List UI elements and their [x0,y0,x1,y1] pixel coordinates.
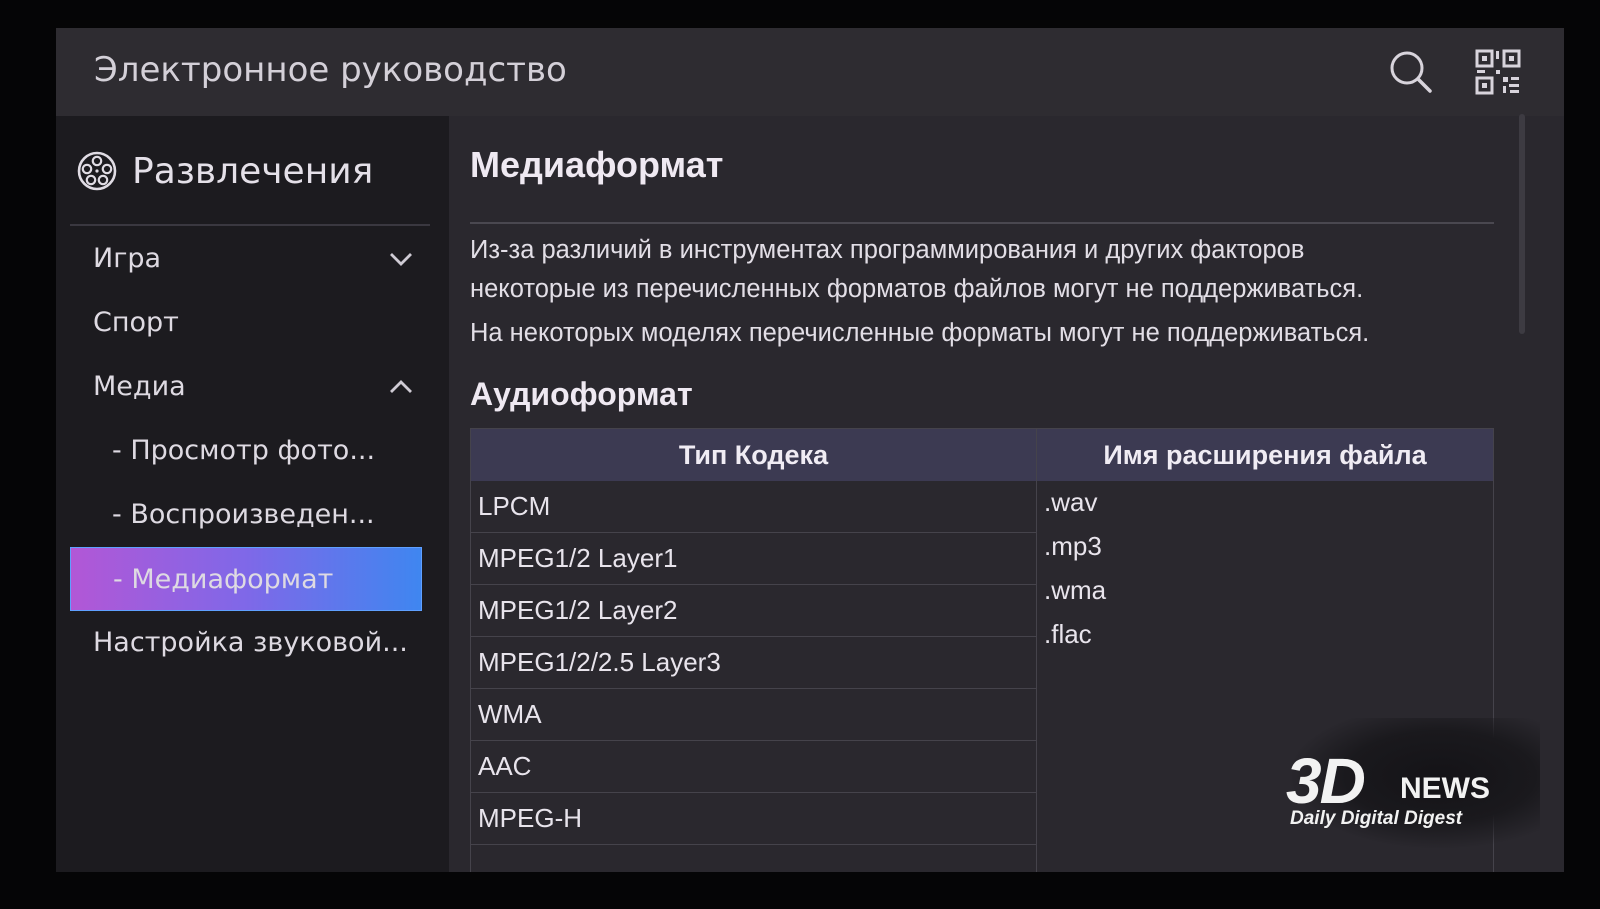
sidebar-item-media[interactable]: Медиа [70,355,422,417]
section-title: Аудиоформат [470,376,693,412]
sidebar: Развлечения Игра Спорт Медиа - Просмотр … [56,116,449,872]
table-row: MPEG1/2 Layer2 [471,585,1036,637]
content-title: Медиаформат [470,144,724,185]
sidebar-item-game[interactable]: Игра [70,227,422,289]
table-row: MPEG1/2/2.5 Layer3 [471,637,1036,689]
sidebar-item-label: - Воспроизведен... [112,498,375,530]
watermark-tagline: Daily Digital Digest [1290,808,1463,829]
film-reel-icon [77,151,117,191]
column-header-extension: Имя расширения файла [1103,440,1427,470]
table-header: Тип Кодека Имя расширения файла [471,429,1493,481]
sidebar-item-sound-setup[interactable]: Настройка звуковой... [70,611,422,673]
title-divider [470,222,1494,224]
sidebar-item-label: Игра [93,242,162,274]
table-row: MPEG-H [471,793,1036,845]
qr-code-icon[interactable] [1474,48,1522,96]
column-divider [1036,429,1037,872]
table-row: MPEG1/2 Layer1 [471,533,1036,585]
sidebar-item-label: - Медиаформат [113,563,334,595]
sidebar-item-playback[interactable]: - Воспроизведен... [70,483,422,545]
extension-item: .wma [1044,575,1107,605]
sidebar-item-label: - Просмотр фото... [112,434,376,466]
intro-line-2: некоторые из перечисленных форматов файл… [470,275,1364,303]
intro-line-1: Из-за различий в инструментах программир… [470,236,1305,264]
sidebar-item-media-format[interactable]: - Медиаформат [70,547,422,611]
sidebar-item-label: Спорт [93,306,179,338]
chevron-down-icon [390,253,412,266]
top-bar: Электронное руководство [56,28,1564,116]
table-row: WMA [471,689,1036,741]
sidebar-item-label: Настройка звуковой... [93,626,408,658]
watermark-logo: 3D [1286,745,1366,817]
extension-item: .flac [1044,619,1092,649]
sidebar-item-label: Медиа [93,370,186,402]
sidebar-item-photo-view[interactable]: - Просмотр фото... [70,419,422,481]
extension-item: .mp3 [1044,531,1102,561]
scrollbar[interactable] [1519,114,1525,334]
column-header-codec: Тип Кодека [678,440,829,470]
category-label: Развлечения [132,150,374,192]
sidebar-divider [70,224,430,226]
category-header: Развлечения [76,146,373,196]
table-row: LPCM [471,481,1036,533]
intro-line-3: На некоторых моделях перечисленные форма… [470,319,1370,347]
extension-item: .wav [1044,487,1098,517]
sidebar-item-sport[interactable]: Спорт [70,291,422,353]
watermark: 3D NEWS Daily Digital Digest [1270,718,1540,848]
page-title: Электронное руководство [94,50,567,90]
chevron-up-icon [390,380,412,393]
table-row: AAC [471,741,1036,793]
search-icon[interactable] [1387,48,1435,96]
watermark-brand: NEWS [1400,772,1490,805]
